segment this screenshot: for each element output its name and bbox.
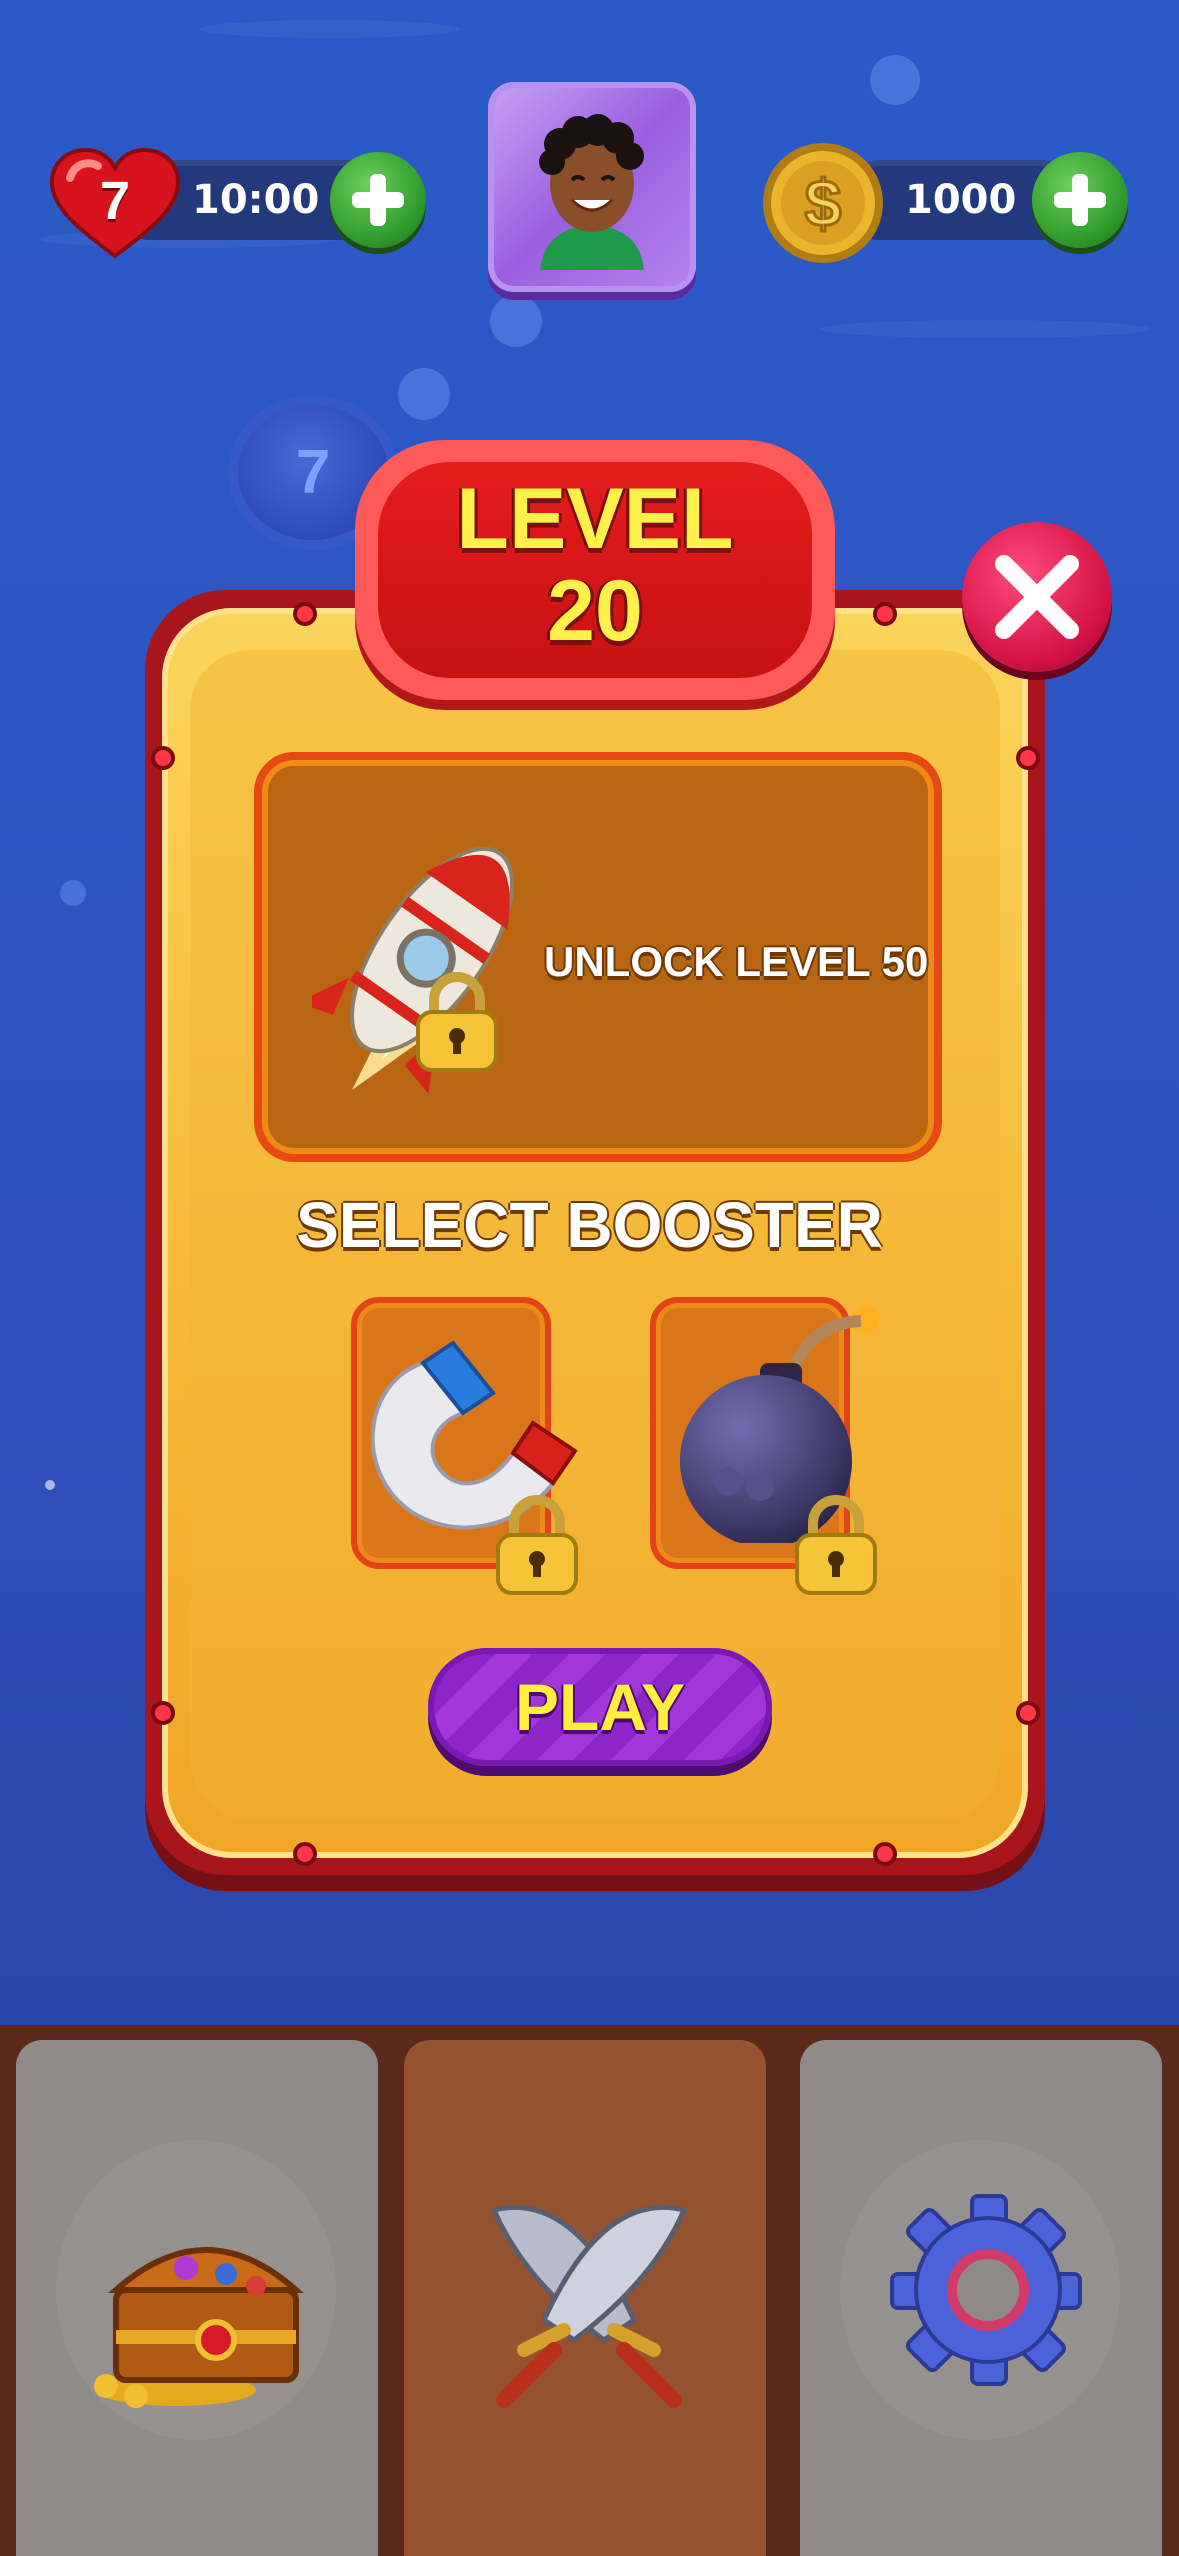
coins-count: 1000 (905, 177, 1017, 223)
gear-icon (890, 2194, 1082, 2386)
level-label: LEVEL (456, 471, 734, 567)
avatar-face-icon (539, 114, 644, 270)
add-coins-button[interactable] (1032, 152, 1128, 248)
add-lives-button[interactable] (330, 152, 426, 248)
booster-slot-magnet[interactable] (351, 1297, 578, 1595)
select-booster-title: SELECT BOOSTER (296, 1189, 883, 1261)
level-number: 20 (547, 563, 643, 659)
lock-icon (496, 1495, 578, 1595)
lock-icon (795, 1495, 877, 1595)
close-icon (995, 555, 1079, 639)
life-timer: 10:00 (192, 177, 320, 223)
play-button[interactable]: PLAY (428, 1648, 772, 1766)
treasure-chest-icon (94, 2247, 304, 2408)
close-button[interactable] (962, 522, 1112, 672)
coin-icon: $ (763, 143, 883, 263)
lives-count: 7 (99, 171, 131, 231)
lock-icon (416, 972, 498, 1072)
nav-tab-settings[interactable] (800, 2040, 1162, 2556)
svg-text:$: $ (805, 166, 842, 240)
player-avatar[interactable] (488, 82, 696, 292)
nav-tab-shop[interactable] (16, 2040, 378, 2556)
nav-tab-battle[interactable] (404, 2040, 766, 2556)
unlock-reward-panel: UNLOCK LEVEL 50 (254, 752, 942, 1162)
unlock-reward-text: UNLOCK LEVEL 50 (544, 938, 929, 985)
level-badge-inner: LEVEL 20 (378, 462, 812, 678)
booster-slot-bomb[interactable] (650, 1297, 880, 1595)
play-button-label: PLAY (515, 1670, 685, 1744)
crossed-swords-icon (490, 2204, 688, 2408)
